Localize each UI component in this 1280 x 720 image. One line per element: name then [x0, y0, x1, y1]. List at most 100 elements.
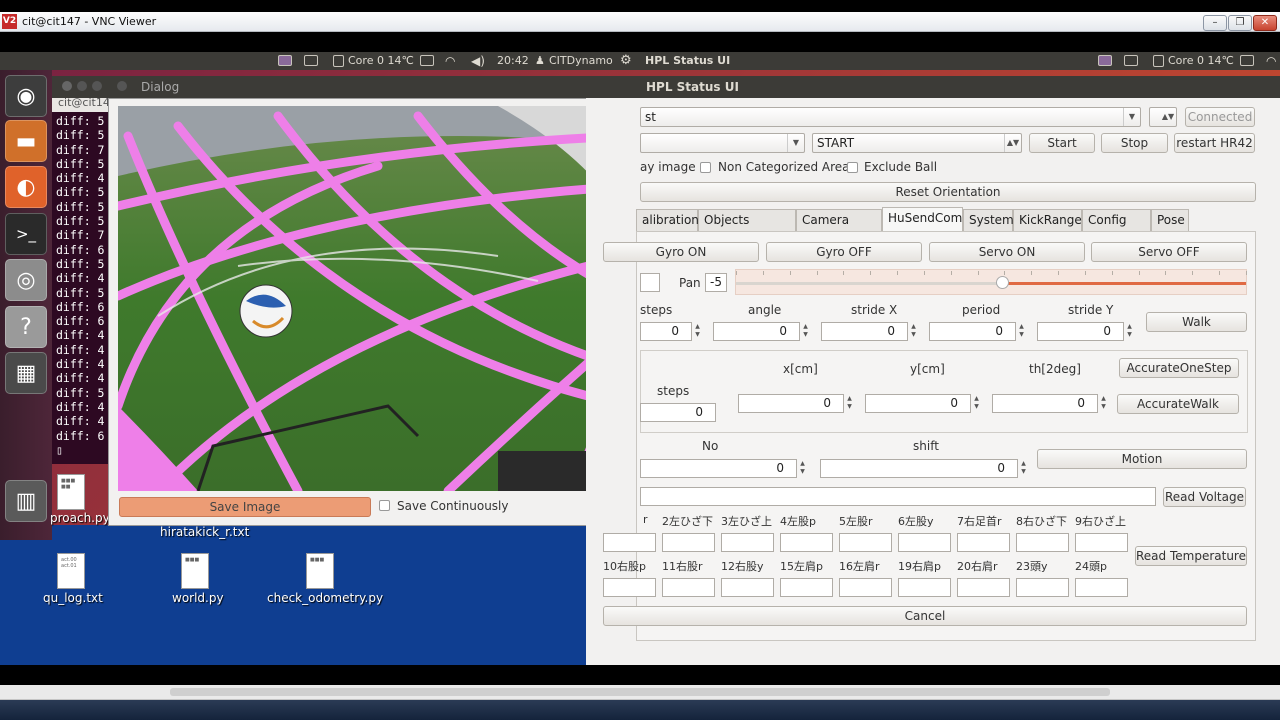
pan-slider-handle[interactable] [996, 276, 1009, 289]
desktop-file-label[interactable]: hiratakick_r.txt [160, 525, 249, 539]
acc-steps-field[interactable]: 0 [640, 403, 716, 422]
save-continuously-checkbox[interactable] [379, 500, 390, 511]
close-icon[interactable] [62, 81, 72, 91]
file-icon[interactable]: ■■■ [181, 553, 209, 589]
firefox-icon[interactable]: ◐ [5, 166, 47, 208]
connected-button[interactable]: Connected [1185, 107, 1255, 127]
joint-value-field[interactable] [1075, 578, 1128, 597]
gyro-on-button[interactable]: Gyro ON [603, 242, 759, 262]
joint-value-field[interactable] [603, 533, 656, 552]
host-combo[interactable]: st ▼ [640, 107, 1141, 127]
restart-button[interactable]: restart HR42 [1174, 133, 1255, 153]
user-icon[interactable]: ♟ [535, 54, 545, 67]
file-icon[interactable]: ■■■ [306, 553, 334, 589]
read-voltage-button[interactable]: Read Voltage [1163, 487, 1246, 507]
spinner-icon[interactable]: ▲ ▼ [692, 323, 703, 340]
joint-value-field[interactable] [721, 533, 774, 552]
monitor-icon[interactable] [1098, 55, 1112, 66]
joint-value-field[interactable] [603, 578, 656, 597]
desktop-file-label[interactable]: proach.py [50, 511, 110, 525]
spinner-icon[interactable]: ▲ ▼ [971, 395, 982, 412]
monitor-icon[interactable] [278, 55, 292, 66]
tab-system[interactable]: System [963, 209, 1014, 231]
desktop-file-label[interactable]: check_odometry.py [267, 591, 383, 605]
joint-value-field[interactable] [721, 578, 774, 597]
joint-value-field[interactable] [957, 533, 1010, 552]
spinner-icon[interactable]: ▲ ▼ [908, 323, 919, 340]
walk-stride-x-field[interactable]: 0 ▲ ▼ [821, 322, 916, 341]
mail-icon[interactable] [420, 55, 434, 66]
joint-value-field[interactable] [780, 578, 833, 597]
walk-steps-field[interactable]: 0 ▲ ▼ [640, 322, 700, 341]
horizontal-scrollbar[interactable] [0, 685, 1280, 700]
joint-value-field[interactable] [780, 533, 833, 552]
joint-value-field[interactable] [839, 578, 892, 597]
cpu-temp-icon[interactable] [1153, 55, 1164, 67]
trash-icon[interactable]: ▥ [5, 480, 47, 522]
maximize-icon[interactable] [92, 81, 102, 91]
accurate-one-step-button[interactable]: AccurateOneStep [1119, 358, 1239, 378]
acc-th-field[interactable]: 0 ▲ ▼ [992, 394, 1106, 413]
joint-value-field[interactable] [662, 533, 715, 552]
clock-text[interactable]: 20:42 [497, 54, 529, 67]
files-icon[interactable]: ▬ [5, 120, 47, 162]
tab-calibration[interactable]: alibration [636, 209, 699, 231]
gyro-off-button[interactable]: Gyro OFF [766, 242, 922, 262]
stop-button[interactable]: Stop [1101, 133, 1168, 153]
servo-off-button[interactable]: Servo OFF [1091, 242, 1247, 262]
joint-value-field[interactable] [1075, 533, 1128, 552]
reset-orientation-button[interactable]: Reset Orientation [640, 182, 1256, 202]
cancel-button[interactable]: Cancel [603, 606, 1247, 626]
workspace-switcher-icon[interactable]: ▦ [5, 352, 47, 394]
spinner-icon[interactable]: ▲ ▼ [1098, 395, 1109, 412]
desktop-file-label[interactable]: qu_log.txt [43, 591, 103, 605]
spinner-icon[interactable]: ▲ ▼ [1124, 323, 1135, 340]
wifi-icon[interactable]: ◠ [445, 54, 455, 68]
motion-shift-field[interactable]: 0 ▲ ▼ [820, 459, 1026, 478]
user-name[interactable]: CITDynamo [549, 54, 613, 67]
servo-on-button[interactable]: Servo ON [929, 242, 1085, 262]
walk-stride-y-field[interactable]: 0 ▲ ▼ [1037, 322, 1132, 341]
joint-value-field[interactable] [662, 578, 715, 597]
spinner-icon[interactable]: ▲ ▼ [1018, 460, 1029, 477]
tab-config-file[interactable]: Config file [1082, 209, 1151, 248]
tab-pose[interactable]: Pose [1151, 209, 1189, 231]
minimize-icon[interactable] [77, 81, 87, 91]
terminal-window[interactable]: diff: 5 diff: 5 diff: 7 diff: 5 diff: 4 diff:… [52, 94, 112, 464]
exclude-ball-checkbox[interactable] [847, 162, 858, 173]
acc-x-field[interactable]: 0 ▲ ▼ [738, 394, 852, 413]
tab-husendcom[interactable]: HuSendCom [882, 207, 963, 231]
pan-slider[interactable] [735, 269, 1247, 295]
file-icon[interactable]: act.00 act.01 [57, 553, 85, 589]
tilt-field[interactable] [640, 273, 660, 292]
state-combo[interactable]: START ▲▼ [812, 133, 1022, 153]
minimize-button[interactable]: – [1203, 15, 1227, 31]
cpu-temp-icon[interactable] [333, 55, 344, 67]
walk-period-field[interactable]: 0 ▲ ▼ [929, 322, 1024, 341]
joint-value-field[interactable] [898, 578, 951, 597]
motion-button[interactable]: Motion [1037, 449, 1247, 469]
spinner-icon[interactable]: ▲ ▼ [844, 395, 855, 412]
mail-icon[interactable] [1240, 55, 1254, 66]
spinner-icon[interactable]: ▲ ▼ [800, 323, 811, 340]
host-spinner[interactable]: ▲▼ [1149, 107, 1177, 127]
walk-angle-field[interactable]: 0 ▲ ▼ [713, 322, 808, 341]
walk-button[interactable]: Walk [1146, 312, 1247, 332]
keyboard-icon[interactable] [304, 55, 318, 66]
read-temperature-button[interactable]: Read Temperature [1135, 546, 1247, 566]
help-icon[interactable]: ? [5, 306, 47, 348]
spinner-icon[interactable]: ▲ ▼ [797, 460, 808, 477]
file-icon[interactable]: ■■■ ■■ [57, 474, 85, 510]
motion-no-field[interactable]: 0 ▲ ▼ [640, 459, 805, 478]
wifi-icon[interactable]: ◠ [1266, 54, 1276, 68]
tab-camera-setup[interactable]: Camera Setup [796, 209, 882, 248]
joint-value-field[interactable] [898, 533, 951, 552]
maximize-button[interactable]: ❐ [1228, 15, 1252, 31]
start-button[interactable]: Start [1029, 133, 1095, 153]
spinner-icon[interactable]: ▲ ▼ [1016, 323, 1027, 340]
joint-value-field[interactable] [957, 578, 1010, 597]
settings-gear-icon[interactable]: ⚙ [620, 53, 632, 68]
tab-objects-position[interactable]: Objects Position [698, 209, 796, 248]
acc-y-field[interactable]: 0 ▲ ▼ [865, 394, 979, 413]
non-categorized-checkbox[interactable] [700, 162, 711, 173]
